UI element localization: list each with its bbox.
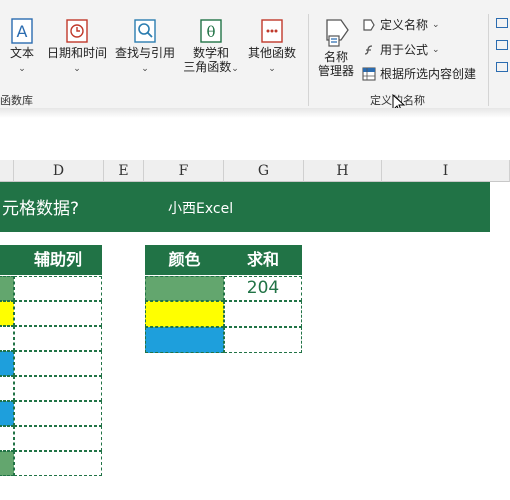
formula-bar-area [0,118,510,148]
name-manager-button[interactable]: 名称 管理器 [314,16,358,78]
left-table-header-edge[interactable] [0,245,14,275]
math-button-label2: 三角函数 [183,60,232,74]
color-header[interactable]: 颜色 [145,245,224,275]
sum-cell[interactable]: 204 [224,276,302,301]
use-in-formula-button[interactable]: 用于公式 ⌄ [362,41,440,58]
math-button-label: 数学和 [192,46,229,60]
lookup-button-label: 查找与引用 [114,46,175,60]
function-library-group-label: 函数库 [0,94,33,107]
helper-column-cell[interactable] [14,301,102,326]
ribbon-shadow [0,108,510,118]
magnify-icon [134,19,156,43]
text-button[interactable]: A 文本 ⌄ [4,18,40,76]
title-text: 元格数据? [2,199,80,219]
chevron-down-icon: ⌄ [141,64,149,74]
define-name-label: 定义名称 [380,18,429,32]
helper-column-cell[interactable] [14,351,102,376]
svg-text:A: A [17,22,28,41]
title-brand: 小西Excel [168,201,234,217]
sum-cell-empty[interactable] [224,327,302,353]
helper-column-header[interactable]: 辅助列 [14,245,102,275]
helper-column-cell[interactable] [14,326,102,351]
other-functions-button[interactable]: 其他函数 ⌄ [244,18,300,76]
create-from-selection-button[interactable]: 根据所选内容创建 [362,65,476,82]
chevron-down-icon: ⌄ [231,64,239,74]
column-header-left[interactable] [0,160,14,182]
math-button[interactable]: θ 数学和 三角函数⌄ [180,18,242,76]
left-color-cell[interactable] [0,401,14,426]
column-header-g[interactable]: G [224,160,304,182]
group-divider [488,14,489,106]
left-color-cell[interactable] [0,326,14,351]
formula-icon [364,44,373,55]
datetime-button-label: 日期和时间 [46,46,107,60]
name-manager-label2: 管理器 [317,64,354,78]
column-header-h[interactable]: H [304,160,382,182]
create-from-selection-icon [362,66,376,81]
datetime-button[interactable]: 日期和时间 ⌄ [44,18,110,76]
use-in-formula-label: 用于公式 [380,43,429,57]
chevron-down-icon: ⌄ [268,64,276,74]
column-header-f[interactable]: F [144,160,224,182]
column-header-e[interactable]: E [104,160,144,182]
create-from-selection-label: 根据所选内容创建 [380,67,477,81]
ribbon-overflow-icons [496,18,510,98]
clock-icon [66,19,88,43]
chevron-down-icon: ⌄ [432,19,440,30]
svg-text:θ: θ [206,23,215,41]
other-functions-label: 其他函数 [247,46,296,60]
group-divider [308,14,309,106]
chevron-down-icon: ⌄ [432,44,440,55]
sum-header[interactable]: 求和 [224,245,302,275]
name-manager-label: 名称 [323,50,348,64]
lookup-button[interactable]: 查找与引用 ⌄ [112,18,178,76]
ribbon: A 文本 ⌄ 日期和时间 ⌄ 查找与引用 ⌄ θ 数学和 三角函数⌄ 其他函数 … [0,0,510,116]
helper-column-cell[interactable] [14,451,102,476]
left-color-cell[interactable] [0,351,14,376]
left-color-cell[interactable] [0,376,14,401]
helper-column-cell[interactable] [14,426,102,451]
helper-column-cell[interactable] [14,376,102,401]
color-swatch-blue[interactable] [145,327,224,353]
define-name-button[interactable]: 定义名称 ⌄ [362,16,440,33]
left-color-cell[interactable] [0,276,14,301]
column-header-i[interactable]: I [382,160,510,182]
theta-icon: θ [200,19,222,43]
color-swatch-yellow[interactable] [145,301,224,327]
tag-icon [326,19,349,47]
left-color-cell[interactable] [0,301,14,326]
left-color-cell[interactable] [0,426,14,451]
text-icon: A [11,18,33,44]
chevron-down-icon: ⌄ [18,64,26,74]
tag-small-icon [363,18,375,31]
sum-cell-empty[interactable] [224,301,302,327]
sum-value: 204 [246,278,280,298]
column-header-d[interactable]: D [14,160,104,182]
more-functions-icon [261,19,283,43]
chevron-down-icon: ⌄ [73,64,81,74]
color-swatch-green[interactable] [145,276,224,301]
left-color-cell[interactable] [0,451,14,476]
title-band[interactable]: 元格数据? 小西Excel [0,182,490,232]
helper-column-cell[interactable] [14,276,102,301]
text-button-label: 文本 [9,46,34,60]
helper-column-cell[interactable] [14,401,102,426]
